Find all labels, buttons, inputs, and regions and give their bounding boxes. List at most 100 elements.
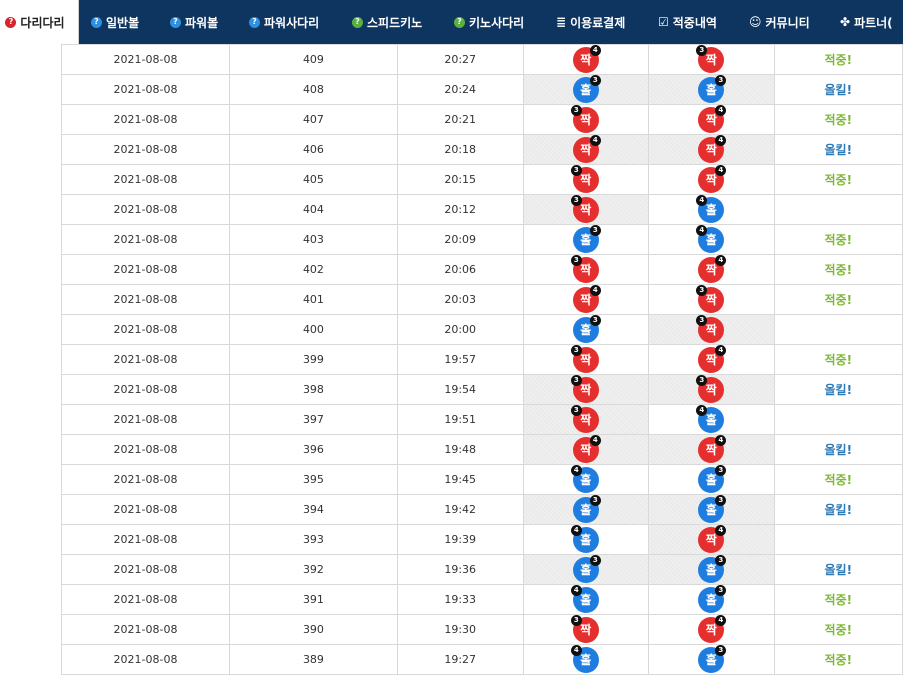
ball-label: 짝 [580, 413, 592, 427]
ball-label: 홀 [705, 233, 717, 247]
ball-label: 짝 [580, 383, 592, 397]
odd-ball: 홀4 [696, 194, 725, 223]
results-table-body: 2021-08-08 409 20:27 짝 4 짝 3 적중! 2021-08-08 408 20… [60, 44, 903, 675]
ball-count-badge: 4 [570, 584, 582, 596]
nav-tab-powerball[interactable]: ? 파워볼 [170, 0, 218, 44]
table-row: 2021-08-08 394 19:42 홀 3 홀 3 올킬! [60, 494, 903, 525]
result-cell: 짝3 [522, 344, 650, 375]
nav-tab-community[interactable]: ☺ 커뮤니티 [749, 0, 810, 44]
table-row: 2021-08-08 402 20:06 짝 3 짝 4 적중! [60, 254, 903, 285]
ball-count-badge: 3 [589, 494, 601, 506]
table-row: 2021-08-08 408 20:24 홀 3 홀 3 올킬! [60, 74, 903, 105]
ball-count-badge: 3 [715, 644, 727, 656]
date-cell: 2021-08-08 [60, 404, 231, 435]
table-row: 2021-08-08 399 19:57 짝 3 짝 4 적중! [60, 344, 903, 375]
result-cell: 홀3 [522, 494, 650, 525]
ball-count-badge: 3 [715, 494, 727, 506]
round-cell: 405 [229, 164, 398, 195]
nav-tab-partner[interactable]: ✤ 파트너( [840, 0, 893, 44]
pick-cell: 홀4 [648, 194, 775, 225]
even-ball: 짝4 [698, 134, 727, 163]
result-cell: 홀4 [522, 644, 650, 675]
ball-label: 짝 [705, 53, 717, 67]
time-cell: 20:03 [396, 284, 524, 315]
nav-tab-hit-history[interactable]: ☑ 적중내역 [658, 0, 717, 44]
table-row: 2021-08-08 405 20:15 짝 3 짝 4 적중! [60, 164, 903, 195]
table-row: 2021-08-08 395 19:45 홀 4 홀 3 적중! [60, 464, 903, 495]
time-cell: 20:27 [396, 44, 524, 75]
check-square-icon: ☑ [658, 15, 669, 29]
status-badge: 올킬! [824, 143, 853, 157]
table-row: 2021-08-08 389 19:27 홀 4 홀 3 적중! [60, 644, 903, 675]
odd-ball: 홀3 [698, 464, 727, 493]
pick-cell: 짝4 [648, 254, 775, 285]
ball-count-badge: 4 [570, 524, 582, 536]
top-nav: ? 다리다리 ? 일반볼 ? 파워볼 ? 파워사다리 ? 스피드키노 ? 키노사… [0, 0, 903, 44]
even-ball: 짝4 [698, 344, 727, 373]
nav-tab-label: 파워볼 [185, 15, 219, 30]
nav-tab-payment[interactable]: ≣ 이용료결제 [556, 0, 625, 44]
even-ball: 짝4 [572, 284, 601, 313]
odd-ball: 홀3 [698, 584, 727, 613]
ball-count-badge: 4 [589, 134, 601, 146]
odd-ball: 홀3 [572, 494, 601, 523]
odd-ball: 홀4 [570, 584, 599, 613]
ball-count-badge: 4 [696, 224, 708, 236]
round-cell: 395 [229, 464, 398, 495]
status-cell: 적중! [773, 284, 903, 315]
ball-label: 짝 [580, 623, 592, 637]
pick-cell: 홀4 [648, 224, 775, 255]
smile-icon: ☺ [749, 15, 762, 29]
ball-label: 홀 [580, 653, 592, 667]
nav-tab-dari[interactable]: ? 다리다리 [0, 0, 79, 44]
ball-count-badge: 3 [589, 224, 601, 236]
round-cell: 408 [229, 74, 398, 105]
table-row: 2021-08-08 397 19:51 짝 3 홀 4 [60, 404, 903, 435]
date-cell: 2021-08-08 [60, 284, 231, 315]
status-cell [773, 194, 903, 225]
pick-cell: 짝3 [648, 314, 775, 345]
ball-count-badge: 4 [696, 194, 708, 206]
ball-count-badge: 3 [696, 314, 708, 326]
nav-tab-speed-keno[interactable]: ? 스피드키노 [352, 0, 422, 44]
status-badge: 적중! [824, 53, 853, 67]
question-circle-icon: ? [249, 16, 260, 28]
time-cell: 19:36 [396, 554, 524, 585]
ball-count-badge: 4 [696, 404, 708, 416]
nav-tab-keno-ladder[interactable]: ? 키노사다리 [454, 0, 524, 44]
result-cell: 홀3 [522, 74, 650, 105]
odd-ball: 홀3 [698, 644, 727, 673]
time-cell: 19:33 [396, 584, 524, 615]
round-cell: 401 [229, 284, 398, 315]
status-cell: 올킬! [773, 74, 903, 105]
status-cell: 적중! [773, 224, 903, 255]
time-cell: 19:57 [396, 344, 524, 375]
even-ball: 짝4 [698, 434, 727, 463]
ball-label: 홀 [580, 323, 592, 337]
pick-cell: 짝4 [648, 614, 775, 645]
nav-tab-label: 이용료결제 [570, 15, 626, 30]
table-row: 2021-08-08 400 20:00 홀 3 짝 3 [60, 314, 903, 345]
ball-count-badge: 3 [570, 344, 582, 356]
ball-label: 짝 [580, 353, 592, 367]
round-cell: 399 [229, 344, 398, 375]
nav-tab-normal-ball[interactable]: ? 일반볼 [91, 0, 139, 44]
ball-label: 짝 [580, 203, 592, 217]
nav-tab-label: 스피드키노 [367, 15, 423, 30]
date-cell: 2021-08-08 [60, 554, 231, 585]
date-cell: 2021-08-08 [60, 314, 231, 345]
ball-label: 홀 [705, 413, 717, 427]
round-cell: 389 [229, 644, 398, 675]
even-ball: 짝4 [572, 434, 601, 463]
round-cell: 406 [229, 134, 398, 165]
status-badge: 적중! [824, 593, 853, 607]
question-circle-icon: ? [352, 16, 363, 28]
odd-ball: 홀3 [572, 74, 601, 103]
nav-tab-power-ladder[interactable]: ? 파워사다리 [249, 0, 319, 44]
status-cell: 적중! [773, 614, 903, 645]
round-cell: 396 [229, 434, 398, 465]
time-cell: 20:18 [396, 134, 524, 165]
time-cell: 20:24 [396, 74, 524, 105]
even-ball: 짝4 [572, 44, 601, 73]
date-cell: 2021-08-08 [60, 74, 231, 105]
